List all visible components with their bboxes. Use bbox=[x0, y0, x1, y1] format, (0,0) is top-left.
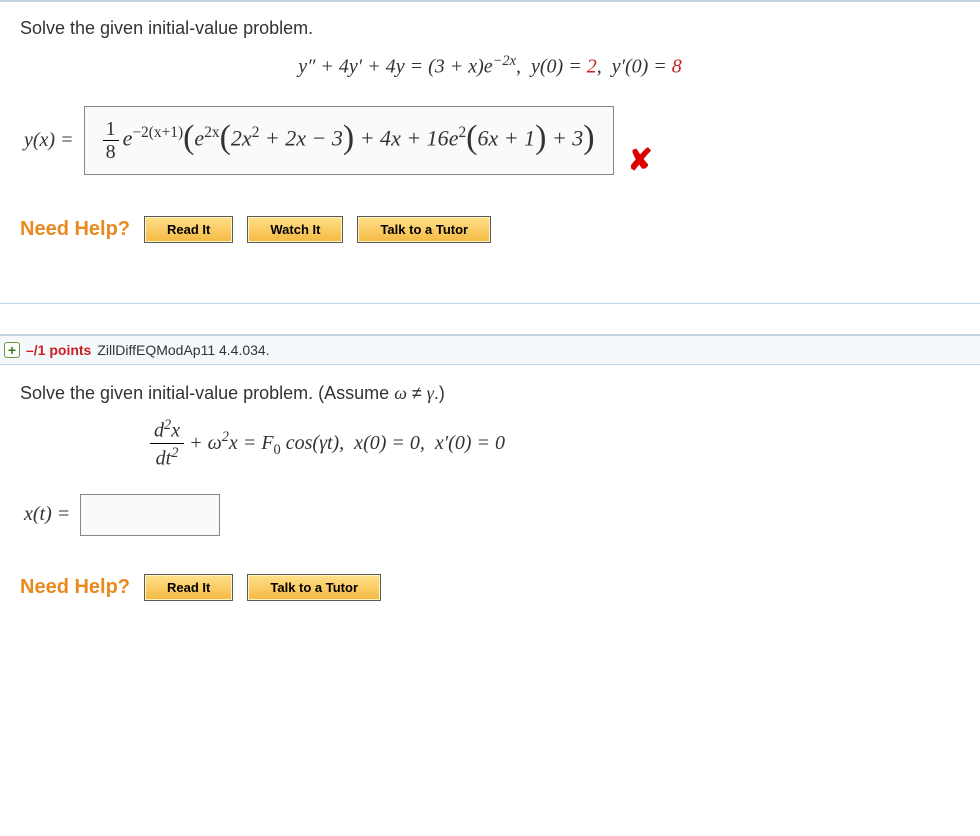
q2-prompt: Solve the given initial-value problem. (… bbox=[20, 383, 960, 404]
q1-answer-input[interactable]: 18e−2(x+1)(e2x(2x2 + 2x − 3) + 4x + 16e2… bbox=[84, 106, 614, 175]
q1-answer-label: y(x) = bbox=[20, 129, 74, 152]
talk-to-tutor-button[interactable]: Talk to a Tutor bbox=[247, 574, 381, 601]
read-it-button[interactable]: Read It bbox=[144, 216, 233, 243]
q2-header: + –/1 points ZillDiffEQModAp11 4.4.034. bbox=[0, 334, 980, 365]
q1-answer-row: y(x) = 18e−2(x+1)(e2x(2x2 + 2x − 3) + 4x… bbox=[20, 103, 960, 178]
expand-icon[interactable]: + bbox=[4, 342, 20, 358]
talk-to-tutor-button[interactable]: Talk to a Tutor bbox=[357, 216, 491, 243]
q1-answer-content: 18e−2(x+1)(e2x(2x2 + 2x − 3) + 4x + 16e2… bbox=[103, 119, 595, 162]
q2-points: –/1 points bbox=[26, 342, 91, 358]
read-it-button[interactable]: Read It bbox=[144, 574, 233, 601]
need-help-label: Need Help? bbox=[20, 576, 130, 599]
watch-it-button[interactable]: Watch It bbox=[247, 216, 343, 243]
q1-help-row: Need Help? Read It Watch It Talk to a Tu… bbox=[20, 216, 960, 243]
q1-equation: y″ + 4y′ + 4y = (3 + x)e−2x, y(0) = 2, y… bbox=[20, 53, 960, 79]
q2-answer-label: x(t) = bbox=[20, 503, 70, 526]
incorrect-icon: ✘ bbox=[628, 143, 653, 178]
q2-answer-input[interactable] bbox=[80, 494, 220, 536]
question-1: Solve the given initial-value problem. y… bbox=[0, 0, 980, 273]
q2-source: ZillDiffEQModAp11 4.4.034. bbox=[97, 342, 269, 358]
q2-equation: d2xdt2 + ω2x = F0 cos(γt), x(0) = 0, x′(… bbox=[20, 418, 960, 470]
q1-prompt: Solve the given initial-value problem. bbox=[20, 18, 960, 39]
q2-help-row: Need Help? Read It Talk to a Tutor bbox=[20, 574, 960, 601]
need-help-label: Need Help? bbox=[20, 218, 130, 241]
question-2: Solve the given initial-value problem. (… bbox=[0, 365, 980, 631]
q2-answer-row: x(t) = bbox=[20, 494, 960, 536]
